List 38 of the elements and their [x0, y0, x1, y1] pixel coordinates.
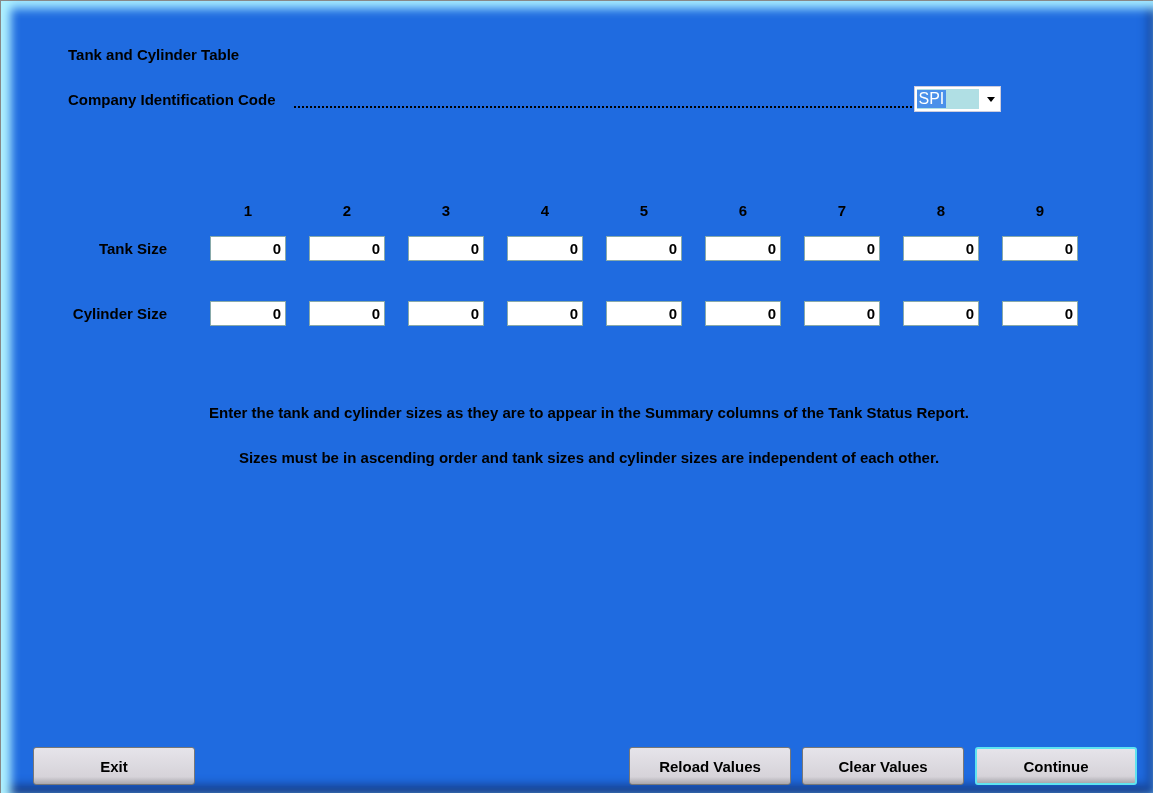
- action-button[interactable]: Reload Values: [629, 747, 791, 785]
- size-field[interactable]: 0: [903, 301, 979, 326]
- field-label: Company Identification Code: [68, 90, 276, 108]
- column-header: 8: [935, 202, 947, 221]
- size-field[interactable]: 0: [705, 236, 781, 261]
- size-field[interactable]: 0: [210, 301, 286, 326]
- size-field[interactable]: 0: [309, 301, 385, 326]
- size-field[interactable]: 0: [903, 236, 979, 261]
- column-header: 3: [440, 202, 452, 221]
- page-title: Tank and Cylinder Table: [68, 46, 241, 64]
- action-button[interactable]: Continue: [975, 747, 1137, 785]
- size-field[interactable]: 0: [1002, 236, 1078, 261]
- column-header: 4: [539, 202, 551, 221]
- column-header: 7: [836, 202, 848, 221]
- size-field[interactable]: 0: [804, 301, 880, 326]
- size-field[interactable]: 0: [408, 301, 484, 326]
- row-label: Cylinder Size: [71, 305, 168, 322]
- instruction-text: Sizes must be in ascending order and tank sizes and cylinder sizes are independent of each other.: [238, 449, 940, 466]
- column-header: 5: [638, 202, 650, 221]
- column-header: 9: [1034, 202, 1046, 221]
- column-header: 2: [341, 202, 353, 221]
- row-label: Tank Size: [97, 240, 168, 257]
- size-field[interactable]: 0: [606, 301, 682, 326]
- size-field[interactable]: 0: [804, 236, 880, 261]
- caret-icon: [986, 96, 995, 102]
- size-field[interactable]: 0: [507, 301, 583, 326]
- instruction-text: Enter the tank and cylinder sizes as they are to appear in the Summary columns of the Tank Status Report.: [209, 404, 969, 421]
- size-field[interactable]: 0: [210, 236, 286, 261]
- size-field[interactable]: 0: [408, 236, 484, 261]
- size-field[interactable]: 0: [309, 236, 385, 261]
- column-header: 1: [242, 202, 254, 221]
- column-header: 6: [737, 202, 749, 221]
- size-field[interactable]: 0: [705, 301, 781, 326]
- size-field[interactable]: 0: [1002, 301, 1078, 326]
- size-field[interactable]: 0: [507, 236, 583, 261]
- action-button[interactable]: Exit: [33, 747, 195, 785]
- action-button[interactable]: Clear Values: [802, 747, 964, 785]
- size-field[interactable]: 0: [606, 236, 682, 261]
